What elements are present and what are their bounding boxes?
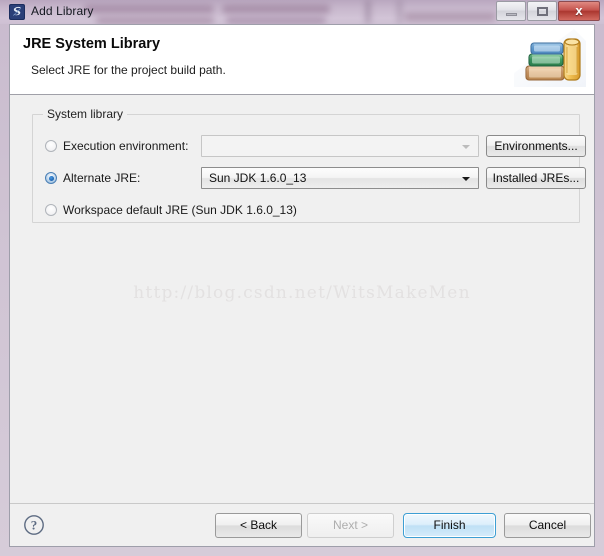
combo-execution-environment[interactable] [201, 135, 479, 157]
page-title: JRE System Library [23, 36, 161, 52]
maximize-button[interactable] [527, 1, 557, 21]
radio-alternate-jre[interactable]: Alternate JRE: [45, 166, 140, 190]
radio-icon-off [45, 140, 57, 152]
button-bar: ? < Back Next > Finish Cancel [10, 504, 594, 546]
glass-blur-artifact [398, 0, 401, 24]
installed-jres-button[interactable]: Installed JREs... [486, 167, 586, 189]
row-alternate-jre: Alternate JRE: Sun JDK 1.6.0_13 Installe… [33, 166, 586, 190]
eclipse-app-icon [9, 4, 25, 20]
glass-blur-artifact [404, 13, 496, 21]
chevron-down-icon [462, 145, 470, 149]
close-button[interactable]: x [558, 1, 600, 21]
radio-workspace-default-jre[interactable]: Workspace default JRE (Sun JDK 1.6.0_13) [45, 198, 297, 222]
svg-text:?: ? [31, 518, 38, 533]
help-question-icon[interactable]: ? [23, 514, 45, 536]
row-workspace-default-jre: Workspace default JRE (Sun JDK 1.6.0_13) [33, 198, 579, 222]
radio-icon-off [45, 204, 57, 216]
dialog-window: Add Library x JRE System Library Select … [0, 0, 604, 556]
back-button[interactable]: < Back [215, 513, 302, 538]
combo-alternate-jre[interactable]: Sun JDK 1.6.0_13 [201, 167, 479, 189]
glass-blur-artifact [226, 17, 326, 24]
combo-value-alternate-jre: Sun JDK 1.6.0_13 [209, 171, 307, 185]
chevron-down-icon [462, 177, 470, 181]
glass-blur-artifact [366, 0, 370, 24]
system-library-group: System library Execution environment: En… [32, 107, 586, 223]
minimize-button[interactable] [496, 1, 526, 21]
radio-execution-environment[interactable]: Execution environment: [45, 134, 188, 158]
cancel-button[interactable]: Cancel [504, 513, 591, 538]
wizard-header: JRE System Library Select JRE for the pr… [10, 25, 594, 95]
watermark-text: http://blog.csdn.net/WitsMakeMen [133, 283, 471, 303]
next-button: Next > [307, 513, 394, 538]
glass-blur-artifact [96, 17, 214, 24]
glass-blur-artifact [222, 5, 330, 13]
group-legend: System library [43, 107, 128, 121]
row-execution-environment: Execution environment: Environments... [33, 134, 586, 158]
radio-icon-on [45, 172, 57, 184]
glass-blur-artifact [84, 5, 214, 13]
books-icon [514, 29, 586, 87]
page-description: Select JRE for the project build path. [31, 63, 226, 77]
environments-button[interactable]: Environments... [486, 135, 586, 157]
dialog-client-area: JRE System Library Select JRE for the pr… [9, 24, 595, 547]
finish-button[interactable]: Finish [403, 513, 496, 538]
radio-label-workspace-default-jre: Workspace default JRE (Sun JDK 1.6.0_13) [63, 203, 297, 217]
window-title: Add Library [31, 4, 94, 18]
radio-label-execution-environment: Execution environment: [63, 139, 189, 153]
radio-label-alternate-jre: Alternate JRE: [63, 171, 141, 185]
